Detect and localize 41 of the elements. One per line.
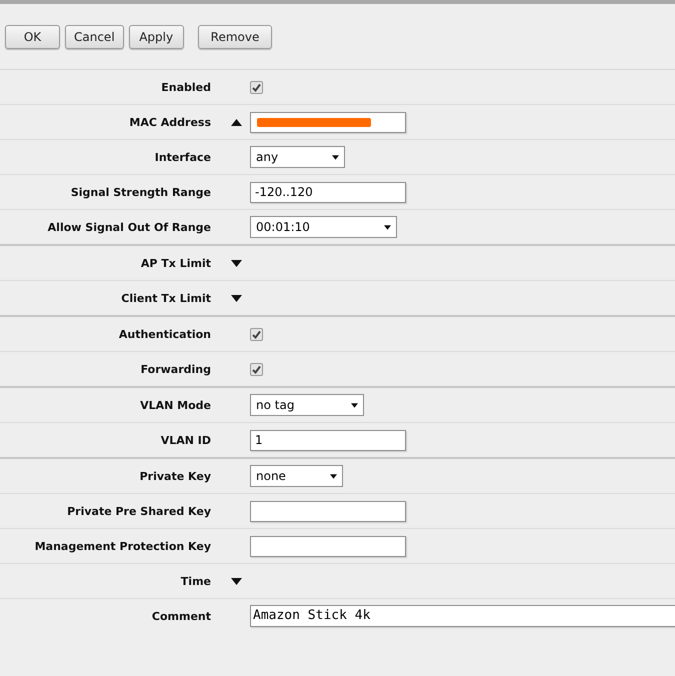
input-field[interactable] bbox=[250, 536, 406, 556]
field-label: Management Protection Key bbox=[34, 540, 211, 552]
field-label: Time bbox=[180, 574, 211, 588]
comment-field[interactable]: Amazon Stick 4k bbox=[250, 605, 675, 627]
expand-arrow-icon[interactable] bbox=[231, 578, 242, 584]
field-label: Interface bbox=[154, 150, 211, 164]
expand-arrow-icon[interactable] bbox=[231, 294, 242, 302]
action-button[interactable]: Apply bbox=[128, 25, 184, 49]
input-field[interactable]: -120..120 bbox=[250, 182, 406, 202]
caret-icon bbox=[351, 402, 358, 408]
field-label: MAC Address bbox=[128, 116, 211, 128]
field-label: AP Tx Limit bbox=[140, 256, 211, 270]
field-label: Forwarding bbox=[140, 362, 211, 376]
dropdown[interactable]: no tag bbox=[250, 394, 364, 416]
caret-icon bbox=[330, 474, 337, 478]
field-label: VLAN Mode bbox=[139, 398, 211, 412]
field-label: VLAN ID bbox=[160, 434, 211, 446]
action-button[interactable]: Remove bbox=[198, 25, 272, 49]
collapse-arrow-icon[interactable] bbox=[231, 118, 242, 126]
field-label: Enabled bbox=[160, 80, 211, 94]
field-label: Client Tx Limit bbox=[120, 292, 211, 304]
checkbox[interactable] bbox=[250, 328, 263, 340]
dropdown[interactable]: any bbox=[250, 146, 345, 168]
field-label: Comment bbox=[150, 610, 211, 622]
input-field[interactable] bbox=[250, 500, 406, 522]
field-label: Authentication bbox=[118, 328, 211, 340]
caret-icon bbox=[332, 154, 339, 160]
dropdown[interactable]: 00:01:10 bbox=[250, 216, 397, 238]
checkbox[interactable] bbox=[250, 362, 263, 376]
field-label: Allow Signal Out Of Range bbox=[46, 220, 211, 234]
field-label: Private Key bbox=[138, 470, 211, 482]
input-field[interactable] bbox=[250, 112, 406, 132]
dropdown[interactable]: none bbox=[250, 465, 343, 487]
action-button[interactable]: OK bbox=[5, 25, 60, 49]
checkbox[interactable] bbox=[250, 80, 263, 94]
field-label: Private Pre Shared Key bbox=[66, 504, 211, 518]
caret-icon bbox=[384, 224, 391, 230]
field-label: Signal Strength Range bbox=[70, 186, 211, 198]
input-field[interactable]: 1 bbox=[250, 430, 406, 450]
expand-arrow-icon[interactable] bbox=[231, 260, 242, 266]
action-button[interactable]: Cancel bbox=[65, 25, 124, 49]
